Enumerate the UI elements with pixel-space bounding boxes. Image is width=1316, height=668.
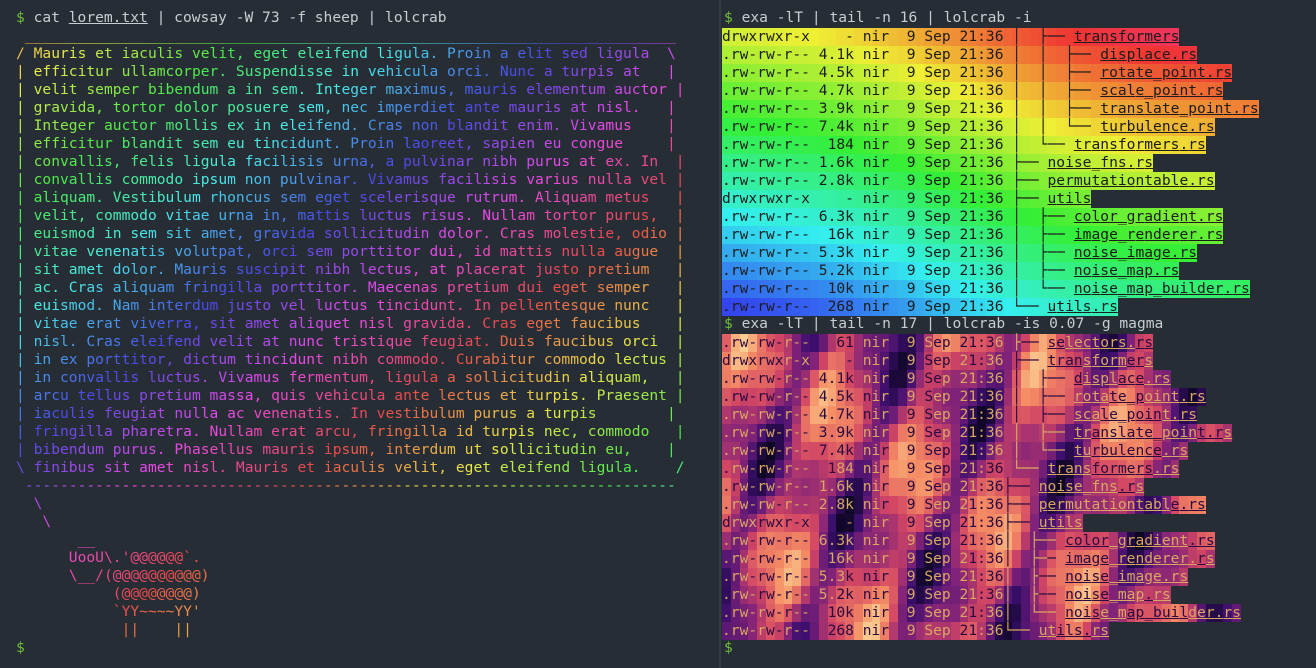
command-text: exa -lT | tail -n 16 | lolcrab -i <box>732 9 1032 26</box>
file-row[interactable]: .rw-rw-r-- 16k nir 9 Sep 21:36 │ ├── ima… <box>722 226 1224 244</box>
speech-bubble-line: | efficitur blandit sem eu tincidunt. Pr… <box>16 135 676 152</box>
file-row[interactable]: .rw-rw-r-- 4.1k nir 9 Sep 21:36 │ │ ├── … <box>722 46 1198 64</box>
speech-bubble-line: / Mauris et iaculis velit, eget eleifend… <box>16 45 676 62</box>
prompt-symbol: $ <box>16 639 25 656</box>
speech-bubble-line: | euismod. Nam interdum justo vel luctus… <box>16 297 685 314</box>
speech-bubble-line: | convallis, felis ligula facilisis urna… <box>16 153 685 170</box>
speech-bubble-line: | euismod in sem sit amet, gravida solli… <box>16 225 685 242</box>
pane-divider[interactable] <box>719 0 721 668</box>
sheep-ascii-line: __ <box>77 531 96 548</box>
sheep-ascii-line: \ <box>42 513 52 530</box>
speech-bubble-line: | in ex porttitor, dictum tincidunt nibh… <box>16 351 685 368</box>
file-row[interactable]: .rw-rw-r-- 4.5k nir 9 Sep 21:36 │ │ ├── … <box>722 64 1233 82</box>
speech-bubble-line: \ finibus sit amet nisl. Mauris et iacul… <box>16 459 685 476</box>
file-row[interactable]: .rw-rw-r-- 4.7k nir 9 Sep 21:36 │ ├── sc… <box>722 406 1198 424</box>
file-row[interactable]: .rw-rw-r-- 10k nir 9 Sep 21:36│ └── nois… <box>722 604 1242 622</box>
speech-bubble-line: | convallis commodo ipsum non pulvinar. … <box>16 171 685 188</box>
speech-bubble-line: | efficitur ullamcorper. Suspendisse in … <box>16 63 676 80</box>
prompt-symbol: $ <box>724 315 733 332</box>
speech-bubble-line: | gravida, tortor dolor posuere sem, nec… <box>16 99 676 116</box>
speech-bubble-line: ----------------------------------------… <box>24 477 676 494</box>
file-row[interactable]: .rw-rw-r-- 2.8k nir 9 Sep 21:36├── permu… <box>722 496 1206 514</box>
speech-bubble-line: | arcu tellus pretium massa, quis vehicu… <box>16 387 685 404</box>
command-text-pre: cat <box>33 9 69 26</box>
command-text-post: | cowsay -W 73 -f sheep | lolcrab <box>147 9 447 26</box>
speech-bubble-line: | aliquam. Vestibulum rhoncus sem eget s… <box>16 189 685 206</box>
file-row[interactable]: .rw-rw-r-- 61 nir 9 Sep 21:36 ├── select… <box>722 334 1154 352</box>
file-row[interactable]: drwxrwxr-x - nir 9 Sep 21:36 │ ├── trans… <box>722 28 1180 46</box>
sheep-ascii-line: \ <box>33 495 43 512</box>
sheep-ascii-line: `YY~~~~YY' <box>112 603 201 620</box>
file-row[interactable]: .rw-rw-r-- 4.7k nir 9 Sep 21:36 │ │ ├── … <box>722 82 1224 100</box>
prompt-symbol: $ <box>16 9 25 26</box>
file-row[interactable]: .rw-rw-r-- 3.9k nir 9 Sep 21:36 │ ├── tr… <box>722 424 1233 442</box>
prompt-symbol: $ <box>724 639 733 656</box>
speech-bubble-line: | in convallis luctus. Vivamus fermentum… <box>16 369 685 386</box>
speech-bubble-line: | Integer auctor mollis ex in eleifend. … <box>16 117 676 134</box>
final-prompt-right[interactable]: $ <box>724 639 733 657</box>
speech-bubble-line: | fringilla pharetra. Nullam erat arcu, … <box>16 423 685 440</box>
speech-bubble-line: | vitae venenatis volutpat, orci sem por… <box>16 243 685 260</box>
file-row[interactable]: .rw-rw-r-- 3.9k nir 9 Sep 21:36 │ │ ├── … <box>722 100 1259 118</box>
sheep-ascii-line: UooU\.'@@@@@@`. <box>68 549 201 566</box>
file-row[interactable]: .rw-rw-r-- 16k nir 9 Sep 21:36│ ├── imag… <box>722 550 1215 568</box>
file-row[interactable]: .rw-rw-r-- 5.2k nir 9 Sep 21:36 │ ├── no… <box>722 262 1180 280</box>
file-row[interactable]: .rw-rw-r-- 184 nir 9 Sep 21:36 │ └── tra… <box>722 136 1206 154</box>
file-row[interactable]: .rw-rw-r-- 2.8k nir 9 Sep 21:36 ├── perm… <box>722 172 1215 190</box>
terminal-pane-right[interactable]: $ exa -lT | tail -n 16 | lolcrab -i drwx… <box>722 0 1316 668</box>
file-row[interactable]: .rw-rw-r-- 4.5k nir 9 Sep 21:36 │ ├── ro… <box>722 388 1206 406</box>
command-line-1: $ exa -lT | tail -n 16 | lolcrab -i <box>724 9 1032 27</box>
file-row[interactable]: .rw-rw-r-- 1.6k nir 9 Sep 21:36 ├── nois… <box>722 154 1154 172</box>
prompt-symbol: $ <box>724 9 733 26</box>
terminal-pane-left[interactable]: $ cat lorem.txt | cowsay -W 73 -f sheep … <box>0 0 718 668</box>
command-line-2: $ exa -lT | tail -n 17 | lolcrab -is 0.0… <box>724 315 1163 333</box>
speech-bubble-line: | iaculis feugiat nulla ac venenatis. In… <box>16 405 676 422</box>
speech-bubble-line: | nisl. Cras eleifend velit at nunc tris… <box>16 333 685 350</box>
file-row[interactable]: drwxrwxr-x - nir 9 Sep 21:36 ├── utils <box>722 190 1092 208</box>
command-line: $ cat lorem.txt | cowsay -W 73 -f sheep … <box>16 9 447 27</box>
file-row[interactable]: .rw-rw-r-- 10k nir 9 Sep 21:36 │ └── noi… <box>722 280 1250 298</box>
sheep-ascii-line: \__/(@@@@@@@@@@) <box>68 567 210 584</box>
file-row[interactable]: .rw-rw-r-- 6.3k nir 9 Sep 21:36 │ ├── co… <box>722 208 1224 226</box>
final-prompt-left[interactable]: $ <box>16 639 25 657</box>
file-row[interactable]: .rw-rw-r-- 4.1k nir 9 Sep 21:36 │ ├── di… <box>722 370 1171 388</box>
file-row[interactable]: drwxrwxr-x - nir 9 Sep 21:36├── utils <box>722 514 1083 532</box>
file-row[interactable]: .rw-rw-r-- 184 nir 9 Sep 21:36 └── trans… <box>722 460 1180 478</box>
command-text: exa -lT | tail -n 17 | lolcrab -is 0.07 … <box>732 315 1164 332</box>
file-row[interactable]: .rw-rw-r-- 1.6k nir 9 Sep 21:36├── noise… <box>722 478 1145 496</box>
speech-bubble-top: ________________________________________… <box>24 27 676 44</box>
speech-bubble-line: | sit amet dolor. Mauris suscipit nibh l… <box>16 261 685 278</box>
file-row[interactable]: .rw-rw-r-- 268 nir 9 Sep 21:36└── utils.… <box>722 622 1110 640</box>
file-row[interactable]: .rw-rw-r-- 5.2k nir 9 Sep 21:36│ ├── noi… <box>722 586 1171 604</box>
sheep-ascii-line: || || <box>121 621 192 638</box>
sheep-ascii-line: (@@@@@@@@) <box>112 585 201 602</box>
speech-bubble-line: | ac. Cras aliquam fringilla porttitor. … <box>16 279 685 296</box>
speech-bubble-line: | vitae erat viverra, sit amet aliquet n… <box>16 315 685 332</box>
file-row[interactable]: .rw-rw-r-- 268 nir 9 Sep 21:36 └── utils… <box>722 298 1118 316</box>
file-row[interactable]: .rw-rw-r-- 7.4k nir 9 Sep 21:36 │ │ └── … <box>722 118 1215 136</box>
file-row[interactable]: drwxrwxr-x - nir 9 Sep 21:36 ├── transfo… <box>722 352 1154 370</box>
file-row[interactable]: .rw-rw-r-- 5.3k nir 9 Sep 21:36 │ ├── no… <box>722 244 1198 262</box>
command-file-link[interactable]: lorem.txt <box>69 9 148 26</box>
file-row[interactable]: .rw-rw-r-- 7.4k nir 9 Sep 21:36 │ └── tu… <box>722 442 1189 460</box>
speech-bubble-line: | velit, commodo vitae urna in, mattis l… <box>16 207 685 224</box>
file-row[interactable]: .rw-rw-r-- 5.3k nir 9 Sep 21:36│ ├── noi… <box>722 568 1189 586</box>
speech-bubble-line: | bibendum purus. Phasellus mauris ipsum… <box>16 441 676 458</box>
speech-bubble-line: | velit semper bibendum a in sem. Intege… <box>16 81 685 98</box>
file-row[interactable]: .rw-rw-r-- 6.3k nir 9 Sep 21:36│ ├── col… <box>722 532 1215 550</box>
